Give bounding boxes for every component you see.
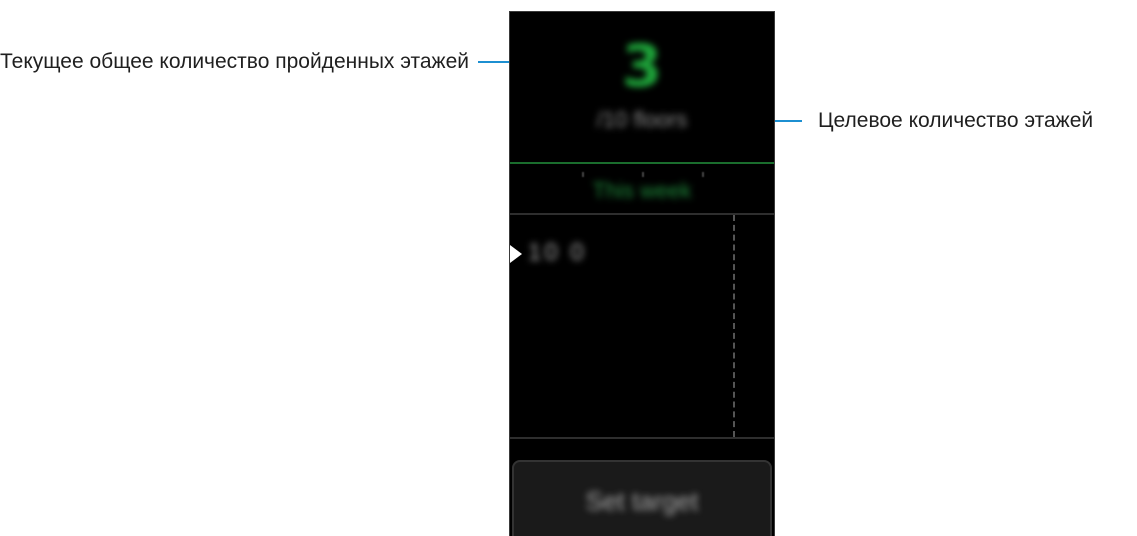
callout-target-floors: Целевое количество этажей	[818, 109, 1094, 132]
set-target-button[interactable]: Set target	[512, 460, 772, 536]
period-label[interactable]: This week	[510, 176, 774, 206]
device-screen: 3 /10 floors This week 10 0 Set target	[509, 11, 775, 536]
progress-divider	[510, 162, 774, 164]
set-target-label: Set target	[585, 486, 699, 516]
target-floors-text: /10 floors	[596, 107, 688, 132]
graph-pointer-icon	[510, 245, 522, 263]
target-dashed-line	[733, 215, 735, 437]
current-floors-count: 3	[621, 32, 663, 100]
graph-value: 10 0	[528, 239, 587, 266]
section-divider	[510, 437, 774, 439]
callout-current-floors: Текущее общее количество пройденных этаж…	[0, 50, 470, 73]
